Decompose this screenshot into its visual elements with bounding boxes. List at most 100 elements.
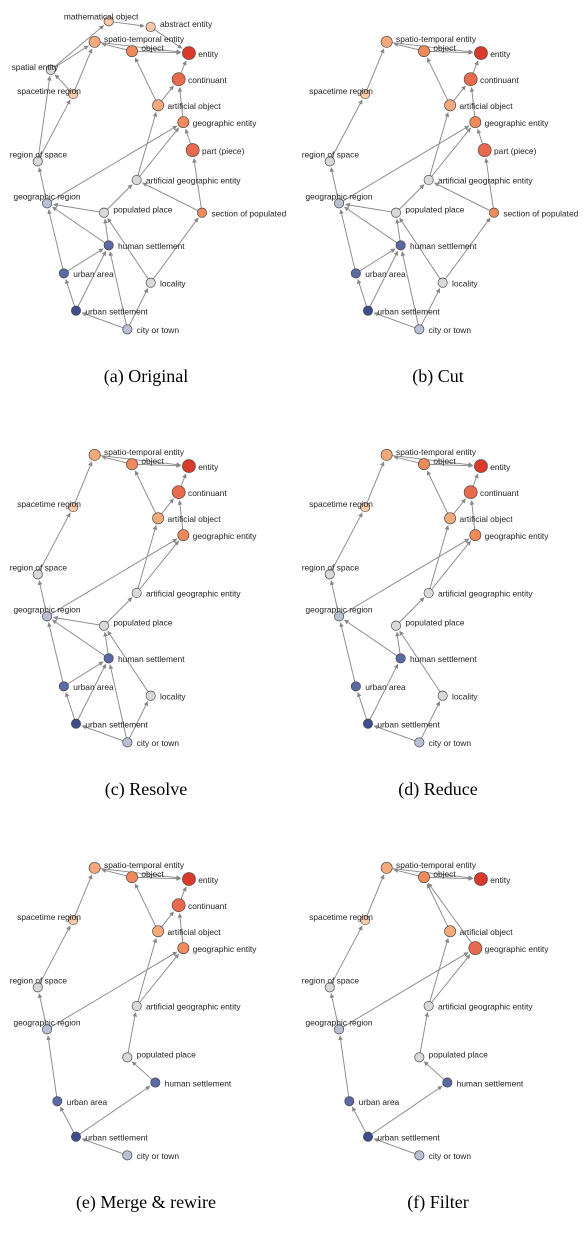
node-spatio: spatio-temporal entity [381,447,477,461]
node-city: city or town [123,738,180,748]
label-city: city or town [137,738,180,748]
node-city: city or town [123,1151,180,1161]
label-mathobj: mathematical object [64,11,139,21]
node-spatio: spatio-temporal entity [381,860,477,874]
label-continuant: continuant [480,488,519,498]
node-abstract: abstract entity [146,19,213,32]
node-city: city or town [415,325,472,335]
edge-popplace-georegion [346,204,392,212]
caption-d: (d) Reduce [298,779,578,800]
label-popplace: populated place [113,205,172,215]
label-continuant: continuant [480,75,519,85]
node-artgeo: artificial geographic entity [132,588,241,598]
edge-urbanset-urbanarea [358,693,367,720]
graph-c: entityspatio-temporal entityobjectcontin… [6,413,286,773]
edge-artificial-continuant [162,499,174,514]
node-spacetime: spacetime region [17,499,81,512]
node-object: object [126,456,164,470]
edge-artificial-continuant [162,912,174,927]
row-3: entityspatio-temporal entityobjectcontin… [0,826,584,1231]
node-object: object [126,869,164,883]
label-entity: entity [490,875,511,885]
node-humanset: human settlement [396,241,477,251]
node-urbanarea: urban area [351,269,406,279]
figure-page: entity abstract entity mathematical object… [0,0,584,1231]
label-locality: locality [452,691,478,701]
label-entity: entity [198,462,219,472]
label-spatial: spatial entity [12,62,59,72]
node-artificial: artificial object [445,926,514,937]
node-regionspace: region of space [10,563,68,579]
label-continuant: continuant [188,75,227,85]
edge-continuant-entity [181,61,186,73]
node-artificial: artificial object [153,100,222,111]
caption-a: (a) Original [6,366,286,387]
node-urbanarea: urban area [53,1097,108,1107]
label-part: part (piece) [202,146,245,156]
edge-humanset-popplace [105,219,108,241]
node-regionspace: region of space [10,150,68,166]
node-urbanset: urban settlement [71,719,148,729]
label-georegion: geographic region [13,192,80,202]
label-urbanarea: urban area [359,1097,400,1107]
caption-c: (c) Resolve [6,779,286,800]
edge-mathobj-abstract [113,22,144,26]
edge-artgeo-geoentity [140,541,179,589]
node-continuant: continuant [172,899,227,912]
node-artgeo: artificial geographic entity [424,588,533,598]
panel-b: entityspatio-temporal entityobjectcontin… [298,0,578,405]
edge-continuant-entity [473,61,478,73]
edge-artgeo-geoentity [432,955,470,1003]
node-urbanset: urban settlement [363,1132,440,1142]
edge-regionspace-spacetime [332,100,362,157]
edge-artificial-object [135,884,155,926]
edge-humanset-popplace [397,632,400,654]
node-popplace: populated place [123,1049,196,1062]
edge-urbanset-humanset [372,1086,442,1134]
node-artgeo: artificial geographic entity [424,175,533,185]
label-abstract: abstract entity [160,19,213,29]
node-object: object [418,456,456,470]
node-spatio: spatio-temporal entity [89,860,185,874]
edge-urbanset-humanset [80,1086,150,1134]
edge-spacetime-spatio [75,49,92,90]
edge-artgeo-geoentity [140,954,179,1002]
node-part: part (piece) [478,144,536,157]
edge-humanset-georegion [344,620,396,656]
label-regionspace: region of space [10,150,68,160]
label-popplace: populated place [113,618,172,628]
label-artgeo: artificial geographic entity [146,176,241,186]
label-urbanarea: urban area [73,269,114,279]
edge-regionspace-spacetime [332,513,362,570]
node-artificial: artificial object [153,513,222,524]
panel-c: entityspatio-temporal entityobjectcontin… [6,413,286,818]
node-locality: locality [146,278,186,288]
label-regionspace: region of space [302,976,360,986]
graph-e: entity spatio-temporal entityobject contin… [6,826,286,1186]
node-georegion: geographic region [13,605,80,621]
label-object: object [141,869,164,879]
node-urbanset: urban settlement [363,306,440,316]
node-urbanarea: urban area [345,1097,400,1107]
edge-urbanarea-georegion [341,210,355,269]
label-geoentity: geographic entity [193,118,258,128]
label-sectionpop: section of populated place [503,208,578,218]
label-humanset: human settlement [118,241,185,251]
node-city: city or town [415,1151,472,1161]
label-regionspace: region of space [302,563,360,573]
node-artgeo: artificial geographic entity [424,1001,533,1011]
edge-artificial-object [135,471,155,513]
edge-artgeo-geoentity [140,128,179,176]
edge-humanset-georegion [52,620,104,656]
node-geoentity: geographic entity [178,943,258,954]
label-artgeo: artificial geographic entity [146,1002,241,1012]
node-sectionpop: section of populated place [197,208,286,218]
node-geoentity: geographic entity [470,530,550,541]
edge-georegion-geoentity [51,126,177,201]
edge-urbanarea-georegion [341,623,355,682]
label-entity: entity [198,875,219,885]
label-geoentity: geographic entity [193,944,258,954]
edge-urbanarea-georegion [340,1036,349,1097]
label-artgeo: artificial geographic entity [438,589,533,599]
edge-georegion-geoentity [51,539,177,614]
